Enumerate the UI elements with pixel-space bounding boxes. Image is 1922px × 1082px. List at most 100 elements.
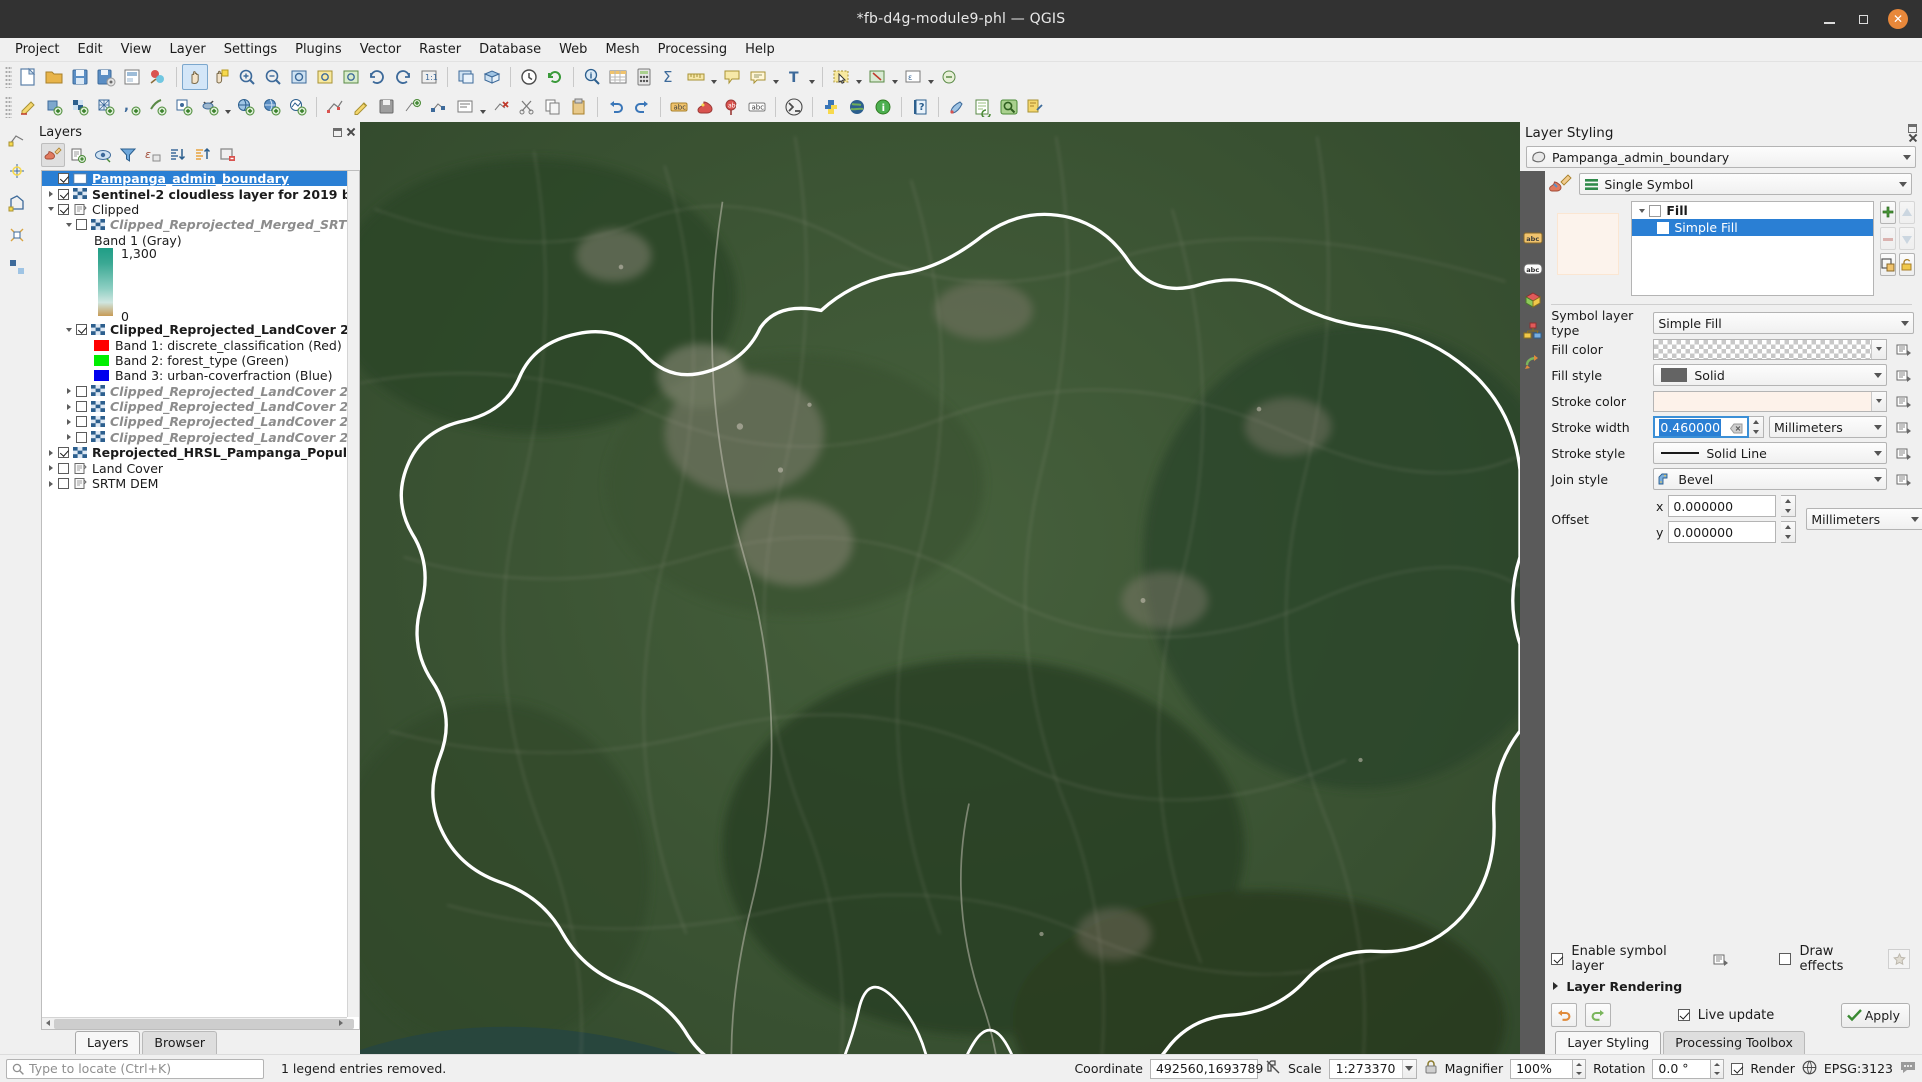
menu-plugins[interactable]: Plugins (286, 40, 351, 59)
chevron-right-icon[interactable] (62, 434, 76, 441)
undock-styling-panel-icon[interactable] (1908, 123, 1917, 133)
stroke-color-data-defined-icon[interactable] (1892, 391, 1914, 411)
stepper-down-icon[interactable] (1711, 1069, 1723, 1078)
layer-rendering-section[interactable]: Layer Rendering (1551, 972, 1910, 1000)
measure-line-icon[interactable] (683, 64, 709, 90)
select-by-expression-icon[interactable]: ε (900, 64, 926, 90)
undo-style-button[interactable] (1551, 1003, 1578, 1027)
fill-color-data-defined-icon[interactable] (1892, 339, 1914, 359)
edit-dropdown-arrow[interactable] (478, 94, 488, 120)
layer-tree-item-clipped_group[interactable]: Clipped (42, 202, 347, 217)
style-manager-icon[interactable] (145, 64, 171, 90)
show-statistical-summary-icon[interactable]: Σ (657, 64, 683, 90)
new-map-note-icon[interactable] (745, 64, 771, 90)
chevron-right-icon[interactable] (62, 418, 76, 425)
digitize-node-tool-icon[interactable] (322, 94, 348, 120)
chevron-down-icon[interactable] (1899, 181, 1907, 187)
add-spatialite-layer-icon[interactable] (145, 94, 171, 120)
layer-tree-item-band2_green[interactable]: Band 2: forest_type (Green) (42, 353, 347, 368)
stepper-up-icon[interactable] (1711, 1060, 1723, 1069)
shape-digitizing-icon[interactable] (4, 190, 30, 216)
stepper-up-icon[interactable] (1781, 496, 1795, 506)
crs-label[interactable]: EPSG:3123 (1824, 1061, 1893, 1076)
menu-edit[interactable]: Edit (68, 40, 111, 59)
copy-features-icon[interactable] (540, 94, 566, 120)
pan-to-selection-icon[interactable] (208, 64, 234, 90)
map-canvas[interactable] (360, 122, 1520, 1054)
stroke-width-unit-combo[interactable]: Millimeters (1769, 416, 1887, 438)
chevron-right-icon[interactable] (44, 465, 58, 472)
style-layer-icon[interactable] (692, 94, 718, 120)
chevron-down-icon[interactable] (1901, 320, 1909, 326)
add-wfs-layer-icon[interactable] (259, 94, 285, 120)
rotation-spin[interactable]: 0.0 ° (1652, 1058, 1725, 1079)
symbol-layer-checkbox[interactable] (1649, 204, 1662, 217)
magnifier-spin[interactable]: 100% (1510, 1058, 1587, 1079)
stepper-down-icon[interactable] (1573, 1069, 1585, 1078)
menu-settings[interactable]: Settings (215, 40, 286, 59)
redo-icon[interactable] (629, 94, 655, 120)
add-symbol-layer-button[interactable] (1880, 201, 1896, 224)
vertex-tool-icon[interactable] (426, 94, 452, 120)
layer-visibility-checkbox[interactable] (76, 385, 87, 397)
collapse-all-icon[interactable] (191, 143, 215, 167)
layer-tree[interactable]: Pampanga_admin_boundary Sentinel-2 cloudl… (41, 170, 360, 1030)
layer-visibility-checkbox[interactable] (58, 478, 69, 490)
chevron-down-icon[interactable] (1874, 372, 1882, 378)
layer-visibility-checkbox[interactable] (58, 447, 69, 459)
menu-database[interactable]: Database (470, 40, 550, 59)
open-project-icon[interactable] (41, 64, 67, 90)
add-feature-icon[interactable] (400, 94, 426, 120)
move-symbol-layer-up-button[interactable] (1899, 201, 1915, 224)
remove-symbol-layer-button[interactable] (1880, 227, 1896, 250)
expression-dropdown-arrow[interactable] (926, 64, 936, 90)
add-postgis-layer-icon[interactable] (171, 94, 197, 120)
text-annotation-icon[interactable]: T (781, 64, 807, 90)
undock-panel-icon[interactable] (333, 127, 342, 137)
chevron-down-icon[interactable] (62, 222, 76, 227)
crs-globe-icon[interactable] (1802, 1060, 1817, 1078)
close-icon[interactable]: ✕ (1888, 9, 1908, 29)
menu-vector[interactable]: Vector (351, 40, 410, 59)
chevron-down-icon[interactable] (1874, 424, 1882, 430)
chevron-down-icon[interactable] (1874, 476, 1882, 482)
toolbar-grip[interactable] (5, 66, 12, 88)
chevron-down-icon[interactable] (62, 327, 76, 332)
chevron-down-icon[interactable] (1401, 1059, 1416, 1078)
add-wms-layer-icon[interactable] (233, 94, 259, 120)
symbol-layer-row[interactable]: Fill (1632, 202, 1873, 219)
open-layer-styling-panel-icon[interactable] (41, 143, 65, 167)
scroll-left-icon[interactable] (42, 1017, 54, 1029)
layer-visibility-checkbox[interactable] (76, 401, 87, 413)
zoom-native-icon[interactable]: 1:1 (416, 64, 442, 90)
layer-visibility-checkbox[interactable] (58, 188, 69, 200)
lock-layer-colors-button[interactable] (1899, 253, 1915, 276)
layer-visibility-checkbox[interactable] (76, 431, 87, 443)
panel-tab-browser[interactable]: Browser (142, 1031, 218, 1054)
layer-tree-item-landcover_2019[interactable]: Clipped_Reprojected_LandCover 2019 (42, 322, 347, 337)
select-features-icon[interactable] (828, 64, 854, 90)
layer-visibility-checkbox[interactable] (76, 324, 87, 336)
spreadsheet-import-icon[interactable] (970, 94, 996, 120)
panel-tab-layers[interactable]: Layers (75, 1031, 141, 1054)
stroke-width-stepper[interactable] (1749, 416, 1764, 438)
fill-color-button[interactable] (1653, 338, 1887, 360)
chevron-down-icon[interactable] (1911, 516, 1920, 522)
remove-layer-group-icon[interactable] (216, 143, 240, 167)
stroke-color-button[interactable] (1653, 390, 1887, 412)
symbol-layer-list[interactable]: Fill Simple Fill (1631, 201, 1874, 296)
chevron-down-icon[interactable] (1874, 450, 1882, 456)
menu-mesh[interactable]: Mesh (596, 40, 648, 59)
layer-tree-item-landcover_2015[interactable]: Clipped_Reprojected_LandCover 2015 (42, 430, 347, 445)
save-project-as-icon[interactable] (93, 64, 119, 90)
stepper-up-icon[interactable] (1573, 1060, 1585, 1069)
digitizing-tool-icon[interactable] (4, 126, 30, 152)
layer-visibility-checkbox[interactable] (58, 173, 69, 185)
new-map-view-icon[interactable] (453, 64, 479, 90)
renderer-type-combo[interactable]: Single Symbol (1579, 173, 1912, 195)
menu-processing[interactable]: Processing (649, 40, 736, 59)
3d-view-tab-icon[interactable] (1522, 290, 1544, 310)
layer-selector-combo[interactable]: Pampanga_admin_boundary (1526, 146, 1916, 168)
zoom-out-icon[interactable] (260, 64, 286, 90)
chevron-right-icon[interactable] (44, 480, 58, 487)
